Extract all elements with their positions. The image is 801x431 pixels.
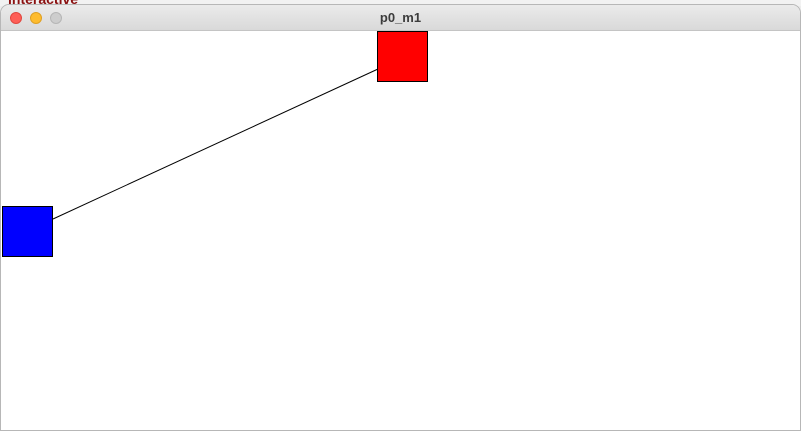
connector-line bbox=[52, 68, 379, 220]
blue-square[interactable] bbox=[2, 206, 53, 257]
canvas-svg bbox=[2, 31, 428, 257]
app-window: p0_m1 bbox=[0, 4, 801, 431]
drawing-canvas[interactable] bbox=[1, 31, 800, 430]
red-square[interactable] bbox=[377, 31, 428, 82]
title-bar[interactable]: p0_m1 bbox=[1, 5, 800, 31]
window-title: p0_m1 bbox=[379, 10, 422, 25]
